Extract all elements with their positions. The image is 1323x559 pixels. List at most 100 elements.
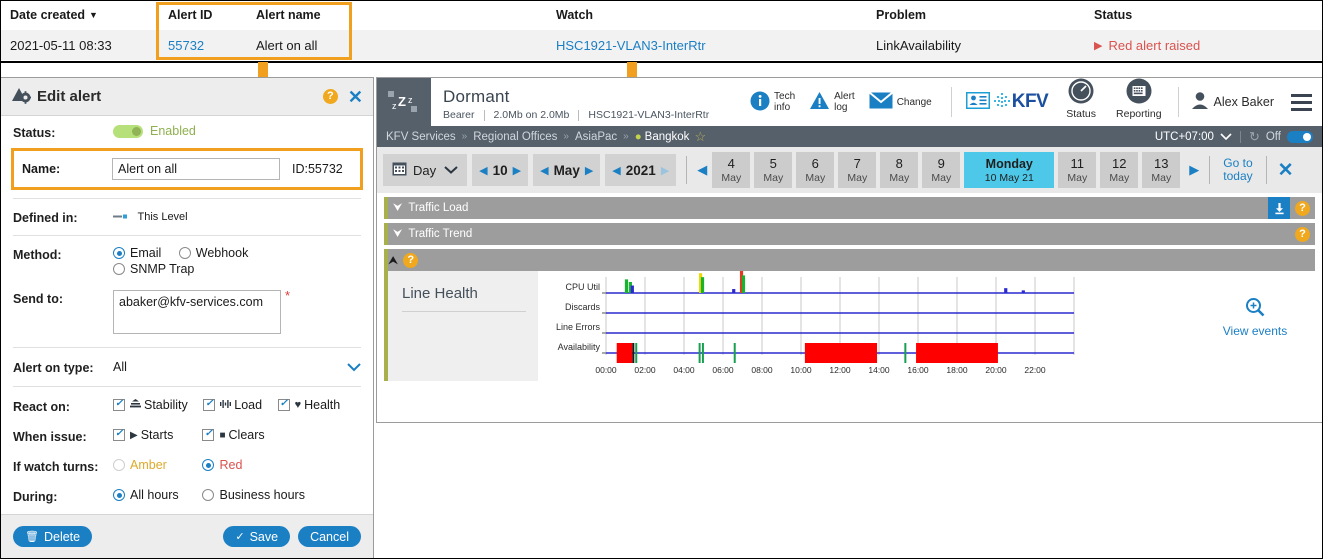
tech-info-button[interactable]: Tech info [750, 91, 795, 114]
svg-text:z: z [408, 95, 413, 105]
day-cell-11[interactable]: 11 May [1058, 152, 1096, 188]
table-row[interactable]: 2021-05-11 08:33 55732 Alert on all HSC1… [0, 30, 1323, 60]
day-cell-6[interactable]: 6 May [796, 152, 834, 188]
radio-email[interactable]: Email [113, 246, 161, 260]
prev-year-icon[interactable]: ◀ [612, 164, 620, 177]
next-year-icon[interactable]: ▶ [661, 164, 669, 177]
help-icon[interactable]: ? [1295, 201, 1310, 216]
close-icon[interactable]: ✕ [348, 88, 363, 106]
column-header-watch[interactable]: Watch [546, 0, 866, 30]
radio-business-hours[interactable]: Business hours [202, 488, 304, 502]
status-toggle[interactable] [113, 125, 143, 138]
circuit-label: HSC1921-VLAN3-InterRtr [588, 109, 709, 121]
scroll-days-right-icon[interactable]: ▶ [1184, 162, 1204, 178]
column-header-date-created[interactable]: Date created ▼ [0, 0, 158, 30]
breadcrumb-item-asiapac[interactable]: AsiaPac [575, 131, 617, 143]
chevron-down-icon[interactable] [347, 360, 361, 375]
cell-alert-id[interactable]: 55732 [158, 30, 246, 60]
menu-icon[interactable] [1291, 78, 1312, 126]
chevron-down-icon[interactable] [1220, 131, 1232, 143]
breadcrumb-item-bangkok[interactable]: Bangkok [645, 131, 690, 143]
chevron-double-up-icon[interactable]: ⮝ [388, 253, 398, 268]
panel-traffic-trend[interactable]: ⮟ Traffic Trend ? [384, 223, 1315, 245]
close-icon[interactable]: ✕ [1278, 159, 1294, 182]
nav-status[interactable]: Status [1066, 78, 1096, 126]
column-header-spacer [406, 0, 546, 30]
help-icon[interactable]: ? [323, 89, 338, 104]
day-cell-13[interactable]: 13 May [1142, 152, 1180, 188]
favorite-star-icon[interactable]: ☆ [694, 129, 706, 145]
breadcrumb-separator: » [462, 131, 468, 142]
chevron-double-down-icon[interactable]: ⮟ [393, 202, 402, 215]
svg-text:20:00: 20:00 [985, 365, 1007, 375]
day-month: May [805, 172, 825, 184]
cancel-button[interactable]: Cancel [298, 526, 361, 547]
day-cell-9[interactable]: 9 May [922, 152, 960, 188]
avatar [1191, 91, 1209, 113]
panel-traffic-load[interactable]: ⮟ Traffic Load ? [384, 197, 1315, 219]
checkbox-starts[interactable]: ▶ Starts [113, 428, 199, 442]
prev-month-icon[interactable]: ◀ [540, 164, 548, 177]
download-icon[interactable] [1268, 197, 1290, 219]
refresh-icon[interactable]: ↻ [1249, 129, 1260, 145]
day-cell-4[interactable]: 4 May [712, 152, 750, 188]
column-header-alert-name[interactable]: Alert name [246, 0, 406, 30]
field-label-method: Method: [13, 246, 113, 262]
change-button[interactable]: Change [869, 92, 932, 112]
brand-name: KFV [1012, 91, 1049, 113]
day-cell-selected-monday[interactable]: Monday 10 May 21 [964, 152, 1054, 188]
save-button[interactable]: ✓ Save [223, 526, 290, 547]
checkbox-clears[interactable]: ■ Clears [202, 428, 264, 442]
day-cell-12[interactable]: 12 May [1100, 152, 1138, 188]
header-spacer [719, 78, 743, 126]
go-to-today-button[interactable]: Go to today [1223, 157, 1252, 183]
radio-all-hours[interactable]: All hours [113, 488, 199, 502]
year-spinner[interactable]: ◀ 2021 ▶ [605, 154, 676, 186]
alert-name-input[interactable] [112, 158, 280, 180]
checkbox-health[interactable]: ♥ Health [278, 398, 341, 412]
month-spinner[interactable]: ◀ May ▶ [533, 154, 600, 186]
help-icon[interactable]: ? [403, 253, 418, 268]
alert-log-button[interactable]: Alert log [809, 91, 855, 113]
next-day-icon[interactable]: ▶ [513, 164, 521, 177]
checkbox-load[interactable]: Load [203, 398, 262, 412]
scroll-days-left-icon[interactable]: ◀ [692, 162, 712, 178]
column-header-status[interactable]: Status [1084, 0, 1323, 30]
view-events-block[interactable]: View events [1195, 271, 1315, 381]
help-icon[interactable]: ? [1295, 227, 1310, 242]
cell-watch[interactable]: HSC1921-VLAN3-InterRtr [546, 30, 866, 60]
brand-logo[interactable]: KFV [966, 78, 1049, 126]
day-cell-7[interactable]: 7 May [838, 152, 876, 188]
chevron-down-icon[interactable] [444, 163, 458, 177]
panel-header[interactable]: ⮝ ? [388, 249, 1315, 271]
breadcrumb-item-kfv-services[interactable]: KFV Services [386, 131, 456, 143]
checkbox-indicator [203, 399, 215, 411]
radio-snmp-trap[interactable]: SNMP Trap [113, 262, 194, 276]
day-cell-5[interactable]: 5 May [754, 152, 792, 188]
column-header-alert-id[interactable]: Alert ID [158, 0, 246, 30]
nav-status-label: Status [1066, 108, 1096, 120]
day-cell-8[interactable]: 8 May [880, 152, 918, 188]
prev-day-icon[interactable]: ◀ [479, 164, 487, 177]
refresh-toggle[interactable] [1287, 131, 1313, 143]
timezone-selector[interactable]: UTC+07:00 [1155, 131, 1214, 143]
radio-webhook[interactable]: Webhook [179, 246, 249, 260]
calendar-icon [392, 161, 407, 179]
granularity-selector[interactable]: Day [383, 154, 467, 186]
radio-label: SNMP Trap [130, 262, 194, 276]
user-menu[interactable]: Alex Baker [1191, 78, 1274, 126]
chevron-double-down-icon[interactable]: ⮟ [393, 228, 402, 241]
column-header-problem[interactable]: Problem [866, 0, 1084, 30]
field-alert-on-type[interactable]: Alert on type: All [1, 350, 373, 384]
checkbox-stability[interactable]: Stability [113, 398, 188, 412]
breadcrumb-item-regional-offices[interactable]: Regional Offices [473, 131, 557, 143]
send-to-input[interactable]: abaker@kfv-services.com [113, 290, 281, 334]
radio-amber[interactable]: Amber [113, 458, 199, 472]
nav-reporting[interactable]: Reporting [1116, 78, 1162, 126]
next-month-icon[interactable]: ▶ [585, 164, 593, 177]
delete-button[interactable]: 🗑 Delete [13, 526, 92, 547]
radio-red[interactable]: Red [202, 458, 242, 472]
play-icon: ▶ [130, 430, 138, 441]
day-spinner[interactable]: ◀ 10 ▶ [472, 154, 528, 186]
checkbox-indicator [113, 429, 125, 441]
